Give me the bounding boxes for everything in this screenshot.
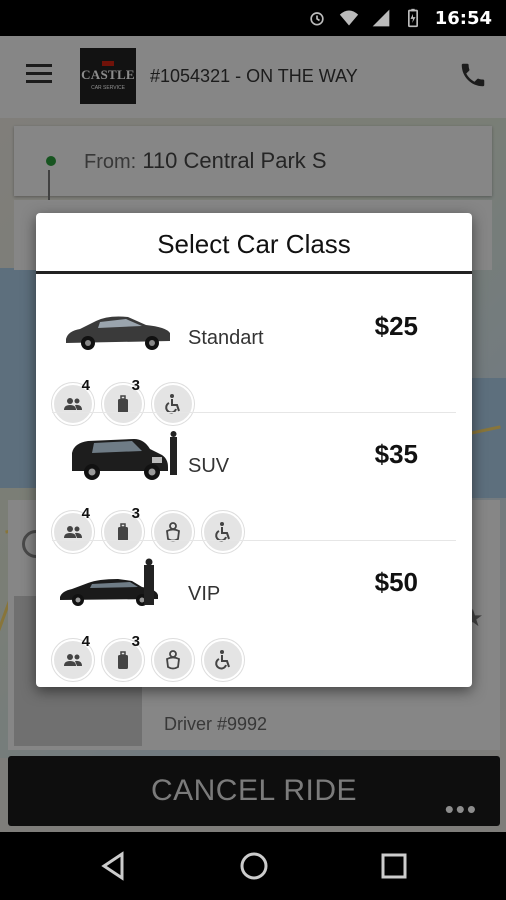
wheelchair-feature <box>202 639 244 681</box>
dialog-title-divider <box>36 271 472 274</box>
alarm-icon <box>310 12 324 26</box>
status-time: 16:54 <box>434 7 492 29</box>
sedan-car-image <box>66 316 170 350</box>
baby-seat-icon <box>166 650 180 670</box>
car-class-name: VIP <box>188 583 221 605</box>
home-circle-icon[interactable] <box>238 850 270 882</box>
battery-icon <box>407 8 418 28</box>
people-icon <box>64 654 82 666</box>
suv-car-image <box>72 431 177 480</box>
child-seat-feature <box>152 639 194 681</box>
passenger-count: 4 <box>81 633 90 650</box>
passengers-feature: 4 <box>52 633 94 681</box>
select-car-class-dialog: Select Car Class Standart $25 4 3 SUV $3… <box>36 213 472 687</box>
wifi-icon <box>339 10 358 26</box>
car-class-price: $25 <box>374 311 418 341</box>
luggage-count: 3 <box>131 505 140 522</box>
wheelchair-icon <box>215 650 230 670</box>
car-class-standart[interactable]: Standart $25 4 3 <box>36 285 472 425</box>
car-class-price: $50 <box>374 567 418 597</box>
car-class-name: Standart <box>188 327 264 349</box>
passenger-count: 4 <box>81 505 90 522</box>
limousine-car-image <box>60 558 158 606</box>
car-class-suv[interactable]: SUV $35 4 3 <box>36 413 472 553</box>
system-nav-bar <box>0 832 506 900</box>
luggage-icon <box>118 651 128 669</box>
dialog-title: Select Car Class <box>157 229 351 259</box>
back-triangle-icon[interactable] <box>98 850 130 882</box>
recents-square-icon[interactable] <box>378 850 410 882</box>
car-class-price: $35 <box>374 439 418 469</box>
car-class-name: SUV <box>188 455 230 477</box>
status-bar: 16:54 <box>0 0 506 36</box>
luggage-feature: 3 <box>102 633 144 681</box>
signal-icon <box>372 9 390 27</box>
car-class-vip[interactable]: VIP $50 4 3 <box>36 541 472 681</box>
luggage-count: 3 <box>131 377 140 394</box>
passenger-count: 4 <box>81 377 90 394</box>
luggage-count: 3 <box>131 633 140 650</box>
